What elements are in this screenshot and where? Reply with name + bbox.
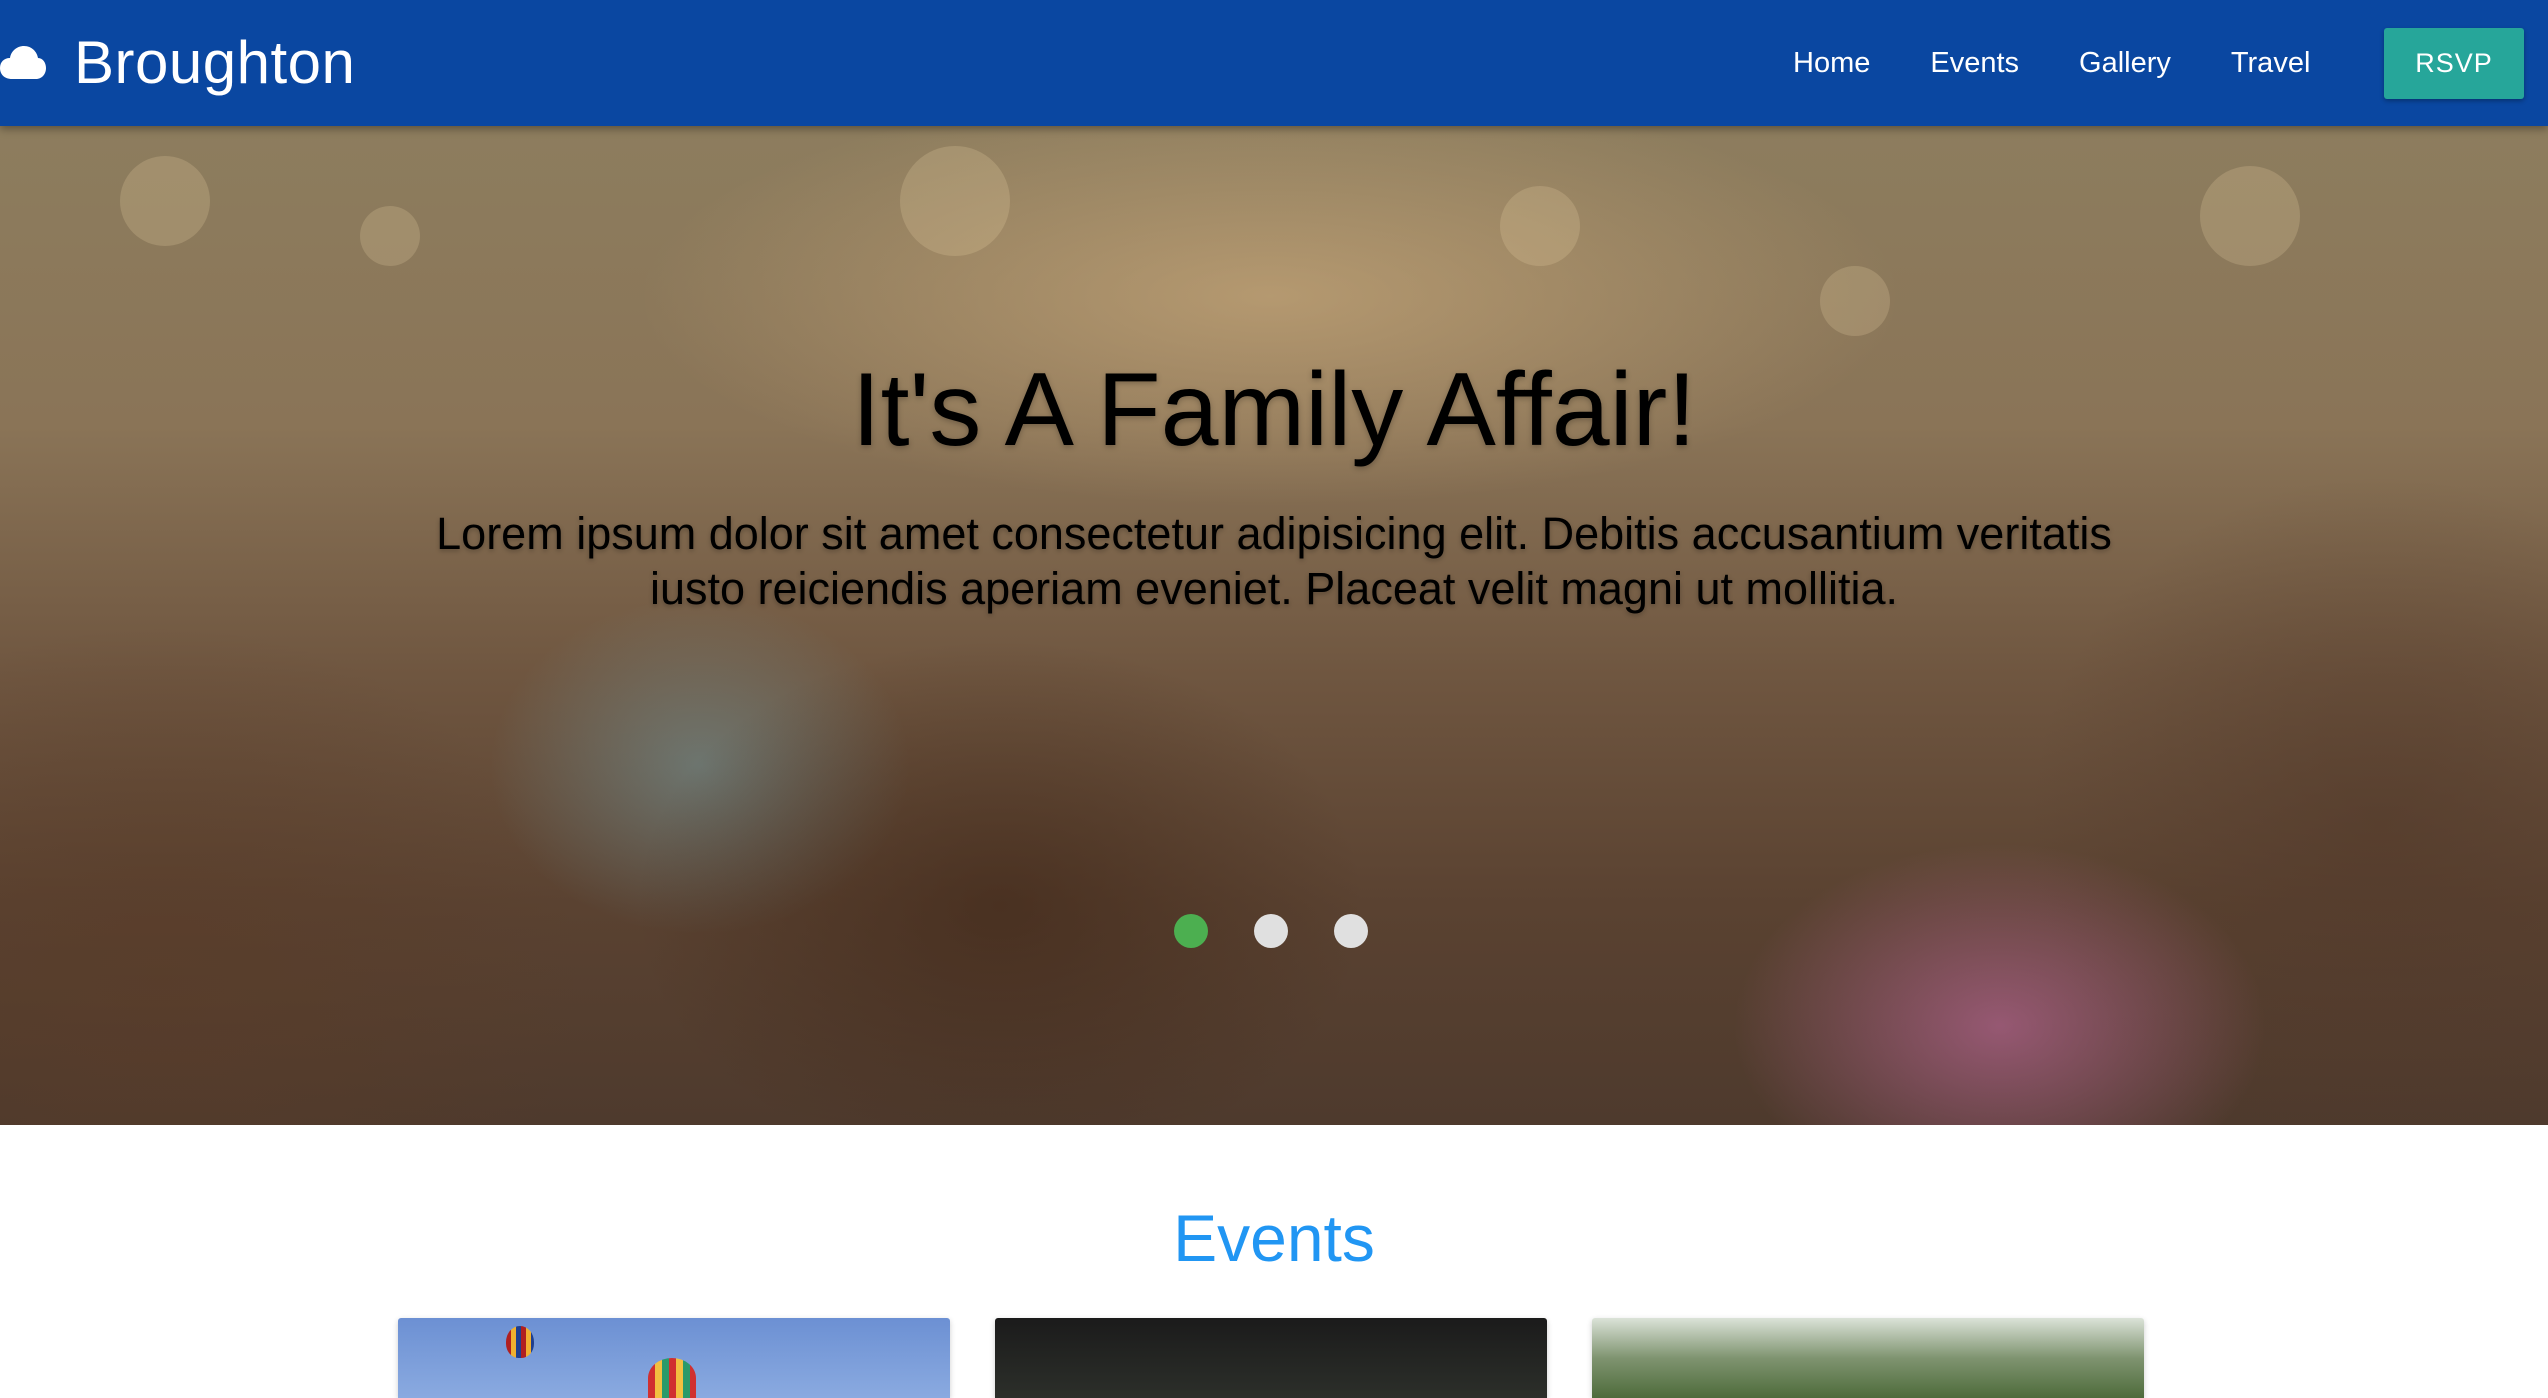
carousel-indicator-2[interactable] <box>1254 914 1288 948</box>
nav-link-travel[interactable]: Travel <box>2231 47 2311 80</box>
event-card-image[interactable] <box>1592 1318 2144 1398</box>
hot-air-balloon-image <box>506 1326 534 1358</box>
hero-background-bokeh <box>1820 266 1890 336</box>
carousel-indicator-1[interactable] <box>1174 914 1208 948</box>
brand-link[interactable]: Broughton <box>0 0 355 126</box>
hero-subtitle: Lorem ipsum dolor sit amet consectetur a… <box>436 508 2112 614</box>
cloud-icon <box>0 46 46 79</box>
hero-background-bokeh <box>2200 166 2300 266</box>
hero-background-bokeh <box>900 146 1010 256</box>
nav-link-events[interactable]: Events <box>1930 47 2019 80</box>
hot-air-balloon-image <box>648 1358 696 1398</box>
hero-title: It's A Family Affair! <box>851 352 1697 468</box>
event-card-image[interactable] <box>398 1318 950 1398</box>
nav-link-home[interactable]: Home <box>1793 47 1870 80</box>
nav-links: Home Events Gallery Travel <box>1793 0 2370 126</box>
rsvp-button[interactable]: RSVP <box>2384 28 2524 99</box>
events-heading: Events <box>1173 1201 1375 1275</box>
hero-background-bokeh <box>1500 186 1580 266</box>
brand-name: Broughton <box>74 29 356 96</box>
nav-link-gallery[interactable]: Gallery <box>2079 47 2171 80</box>
event-card-image[interactable] <box>995 1318 1547 1398</box>
hero-carousel[interactable]: It's A Family Affair! Lorem ipsum dolor … <box>0 126 2548 1125</box>
hero-background-bokeh <box>120 156 210 246</box>
carousel-indicators <box>1174 914 1414 948</box>
carousel-indicator-3[interactable] <box>1334 914 1368 948</box>
navbar: Broughton Home Events Gallery Travel RSV… <box>0 0 2548 126</box>
hero-background-bokeh <box>360 206 420 266</box>
